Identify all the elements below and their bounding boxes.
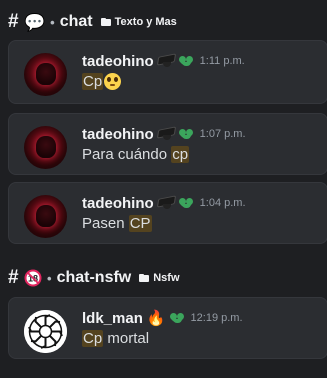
message-text: Cp mortal (82, 330, 149, 347)
separator-bullet: • (47, 270, 52, 286)
leaf-badge-icon (177, 54, 195, 69)
separator-bullet: • (50, 14, 55, 30)
fire-icon: 🔥 (146, 309, 166, 327)
avatar[interactable] (24, 53, 67, 96)
folder-icon (139, 274, 150, 282)
timestamp: 12:19 p.m. (190, 312, 243, 324)
hash-icon: # (8, 11, 19, 32)
message-card[interactable]: tadeohino 1:04 p.m. Pasen CP (8, 182, 327, 244)
graduation-cap-icon (158, 196, 175, 211)
message-text-part: Para cuándo (82, 146, 172, 163)
message-card[interactable]: tadeohino 1:11 p.m. Cp (8, 40, 327, 104)
leaf-badge-icon (168, 311, 185, 326)
timestamp: 1:07 p.m. (199, 128, 246, 140)
speech-bubble-icon: 💬 (24, 12, 46, 32)
graduation-cap-icon (158, 54, 175, 69)
category-name: Texto y Mas (114, 16, 177, 28)
timestamp: 1:11 p.m. (199, 55, 245, 67)
message-text: Pasen CP (82, 215, 152, 232)
message-card[interactable]: tadeohino 1:07 p.m. Para cuándo cp (8, 113, 327, 175)
channel-name[interactable]: chat (60, 13, 93, 31)
leaf-badge-icon (177, 196, 195, 211)
message-text: Para cuándo cp (82, 146, 190, 163)
avatar[interactable] (24, 195, 67, 238)
username[interactable]: tadeohino (82, 53, 154, 70)
avatar[interactable] (24, 310, 67, 353)
graduation-cap-icon (158, 127, 175, 142)
avatar[interactable] (24, 126, 67, 169)
channel-header-chat-nsfw[interactable]: # 18 • chat-nsfw Nsfw (8, 267, 180, 288)
message-text-part: Pasen (82, 215, 129, 232)
category-name: Nsfw (153, 272, 180, 284)
message-card[interactable]: ldk_man 🔥 12:19 p.m. Cp mortal (8, 297, 327, 359)
channel-name[interactable]: chat-nsfw (57, 269, 132, 287)
message-text-part: mortal (103, 330, 150, 347)
search-highlight: Cp (82, 73, 104, 90)
folder-icon (100, 18, 111, 26)
search-highlight: Cp (82, 330, 104, 347)
hash-icon: # (8, 267, 19, 288)
message-text: Cp (82, 73, 122, 90)
username[interactable]: tadeohino (82, 126, 154, 143)
timestamp: 1:04 p.m. (199, 197, 246, 209)
no-under-18-icon: 18 (24, 269, 42, 287)
username[interactable]: tadeohino (82, 195, 154, 212)
leaf-badge-icon (177, 127, 195, 142)
sun-wheel-icon (24, 310, 67, 353)
pleading-face-icon (104, 73, 122, 90)
username[interactable]: ldk_man (82, 310, 143, 327)
search-highlight: cp (171, 146, 190, 163)
channel-header-chat[interactable]: # 💬 • chat Texto y Mas (8, 11, 177, 32)
search-highlight: CP (128, 215, 152, 232)
